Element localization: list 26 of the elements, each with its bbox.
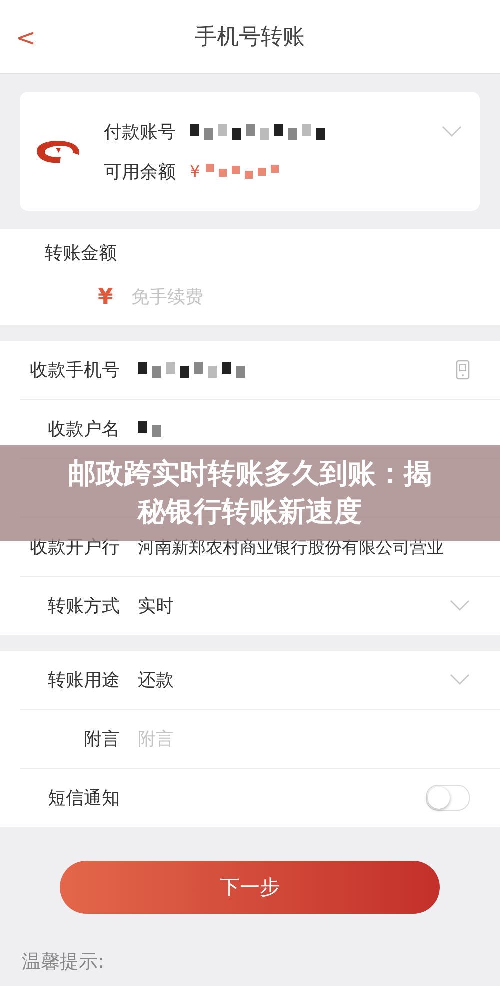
chevron-down-icon[interactable] bbox=[450, 600, 470, 612]
field-label: 收款手机号 bbox=[29, 359, 120, 382]
field-label: 转账方式 bbox=[47, 595, 120, 618]
phone-icon[interactable] bbox=[456, 360, 470, 380]
currency-symbol: ¥ bbox=[190, 162, 200, 181]
chevron-down-icon[interactable] bbox=[450, 674, 470, 686]
masked-value-drawing bbox=[138, 421, 161, 437]
amount-field[interactable]: 免手续费 bbox=[131, 287, 332, 308]
select-value[interactable]: 还款 bbox=[138, 668, 174, 692]
balance-label: 可用余额 bbox=[104, 160, 176, 184]
currency-symbol: ¥ bbox=[98, 285, 114, 310]
input-field[interactable]: 附言 bbox=[138, 728, 338, 750]
back-button[interactable]: < bbox=[16, 26, 36, 50]
tips-title: 温馨提示: bbox=[22, 950, 106, 975]
select-value[interactable]: 实时 bbox=[138, 594, 174, 618]
field-label: 转账用途 bbox=[47, 669, 120, 692]
toggle-switch[interactable] bbox=[426, 785, 470, 811]
field-label: 短信通知 bbox=[47, 787, 120, 810]
chevron-down-icon[interactable] bbox=[442, 126, 462, 138]
title-banner: 邮政跨实时转账多久到账：揭秘银行转账新速度 bbox=[0, 445, 500, 541]
page-title: 手机号转账 bbox=[195, 24, 305, 52]
field-label: 收款户名 bbox=[47, 418, 120, 441]
amount-label: 转账金额 bbox=[45, 242, 118, 265]
next-button[interactable]: 下一步 bbox=[60, 861, 440, 914]
field-label: 附言 bbox=[83, 728, 120, 751]
account-label: 付款账号 bbox=[104, 120, 176, 144]
